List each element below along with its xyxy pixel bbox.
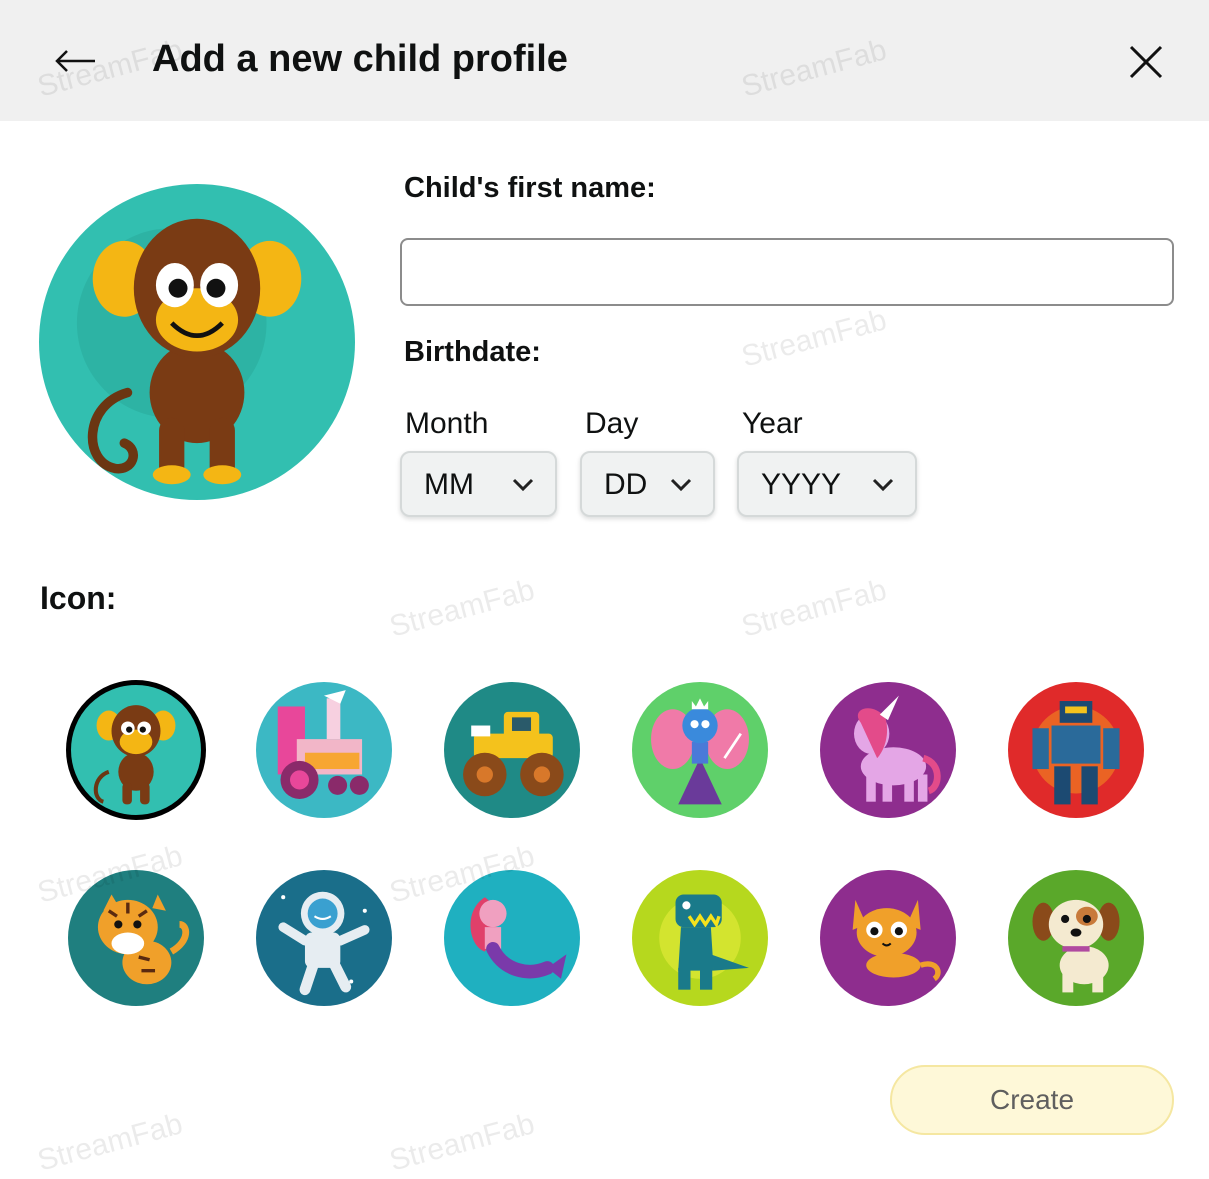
arrow-left-icon <box>55 50 95 72</box>
create-button[interactable]: Create <box>890 1065 1174 1135</box>
selected-avatar-preview <box>39 184 355 500</box>
watermark: StreamFab <box>386 573 539 644</box>
icon-option-tiger[interactable] <box>68 870 204 1006</box>
page-title: Add a new child profile <box>152 38 568 80</box>
chevron-down-icon <box>512 478 534 492</box>
month-label: Month <box>405 407 489 440</box>
watermark: StreamFab <box>738 573 891 644</box>
puppy-icon <box>1008 870 1144 1006</box>
tiger-icon <box>68 870 204 1006</box>
mermaid-icon <box>444 870 580 1006</box>
icon-option-fairy[interactable] <box>632 682 768 818</box>
year-label: Year <box>742 407 803 440</box>
dinosaur-icon <box>632 870 768 1006</box>
close-button[interactable] <box>1124 40 1168 84</box>
cat-icon <box>820 870 956 1006</box>
icon-option-unicorn[interactable] <box>820 682 956 818</box>
chevron-down-icon <box>670 478 692 492</box>
unicorn-icon <box>820 682 956 818</box>
watermark: StreamFab <box>738 303 891 374</box>
back-button[interactable] <box>50 36 100 86</box>
dialog-header: Add a new child profile <box>0 0 1209 121</box>
year-select[interactable]: YYYY <box>737 451 917 517</box>
icon-label: Icon: <box>40 580 117 616</box>
month-value: MM <box>424 468 474 501</box>
train-icon <box>256 682 392 818</box>
icon-option-monster-truck[interactable] <box>444 682 580 818</box>
birthdate-label: Birthdate: <box>404 336 541 368</box>
icon-option-cat[interactable] <box>820 870 956 1006</box>
child-name-input[interactable] <box>400 238 1174 306</box>
icon-option-robot[interactable] <box>1008 682 1144 818</box>
day-label: Day <box>585 407 639 440</box>
close-icon <box>1129 45 1163 79</box>
robot-icon <box>1008 682 1144 818</box>
icon-option-puppy[interactable] <box>1008 870 1144 1006</box>
watermark: StreamFab <box>386 1107 539 1178</box>
icon-option-monkey[interactable] <box>66 680 206 820</box>
chevron-down-icon <box>872 478 894 492</box>
month-select[interactable]: MM <box>400 451 557 517</box>
watermark: StreamFab <box>34 1107 187 1178</box>
icon-option-train[interactable] <box>256 682 392 818</box>
day-value: DD <box>604 468 648 501</box>
icon-option-mermaid[interactable] <box>444 870 580 1006</box>
fairy-icon <box>632 682 768 818</box>
year-value: YYYY <box>761 468 842 501</box>
name-label: Child's first name: <box>404 172 656 204</box>
monkey-avatar-large <box>39 184 355 500</box>
astronaut-icon <box>256 870 392 1006</box>
day-select[interactable]: DD <box>580 451 715 517</box>
icon-option-dinosaur[interactable] <box>632 870 768 1006</box>
monkey-icon <box>68 682 204 818</box>
monster-truck-icon <box>444 682 580 818</box>
icon-option-astronaut[interactable] <box>256 870 392 1006</box>
